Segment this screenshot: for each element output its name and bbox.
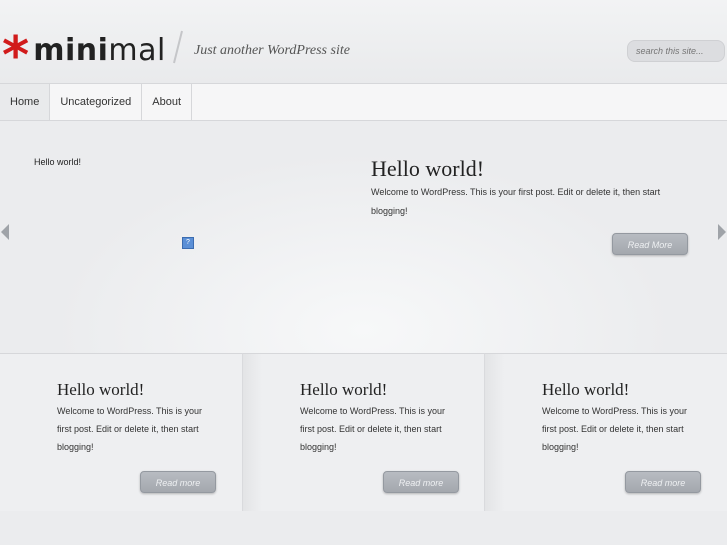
post-list: Hello world! Welcome to WordPress. This … [0,353,727,513]
featured-post-title[interactable]: Hello world! [371,156,484,182]
site-tagline: Just another WordPress site [194,43,350,58]
read-more-button[interactable]: Read more [383,471,459,493]
post-card: Hello world! Welcome to WordPress. This … [0,353,242,511]
featured-read-more-button[interactable]: Read More [612,233,688,255]
featured-slider: Hello world! ? Hello world! Welcome to W… [0,121,727,353]
post-card: Hello world! Welcome to WordPress. This … [242,353,485,511]
main-navigation: Home Uncategorized About [0,83,727,121]
post-excerpt: Welcome to WordPress. This is your first… [300,406,446,452]
read-more-button[interactable]: Read more [140,471,216,493]
post-excerpt: Welcome to WordPress. This is your first… [57,406,203,452]
broken-image-icon: ? [182,237,194,249]
featured-image-alt-title: Hello world! [34,157,82,167]
slider-prev-arrow-icon[interactable] [1,224,9,240]
featured-post-excerpt: Welcome to WordPress. This is your first… [371,187,661,216]
nav-item-home[interactable]: Home [0,84,51,120]
post-title[interactable]: Hello world! [300,380,387,400]
logo-divider-slash [173,30,183,64]
post-title[interactable]: Hello world! [542,380,629,400]
logo-light-part: mal [108,32,166,68]
nav-item-about[interactable]: About [142,84,193,120]
read-more-button[interactable]: Read more [625,471,701,493]
post-card: Hello world! Welcome to WordPress. This … [485,353,727,511]
logo-bold-part: mini [33,32,109,68]
logo-asterisk-icon: * [2,26,30,86]
site-logo[interactable]: * minimal [2,30,166,82]
logo-wordmark: minimal [33,33,166,68]
slider-next-arrow-icon[interactable] [718,224,726,240]
post-excerpt: Welcome to WordPress. This is your first… [542,406,688,452]
post-title[interactable]: Hello world! [57,380,144,400]
site-header: * minimal Just another WordPress site [0,0,727,84]
search-input[interactable] [627,40,725,62]
nav-item-uncategorized[interactable]: Uncategorized [50,84,143,120]
